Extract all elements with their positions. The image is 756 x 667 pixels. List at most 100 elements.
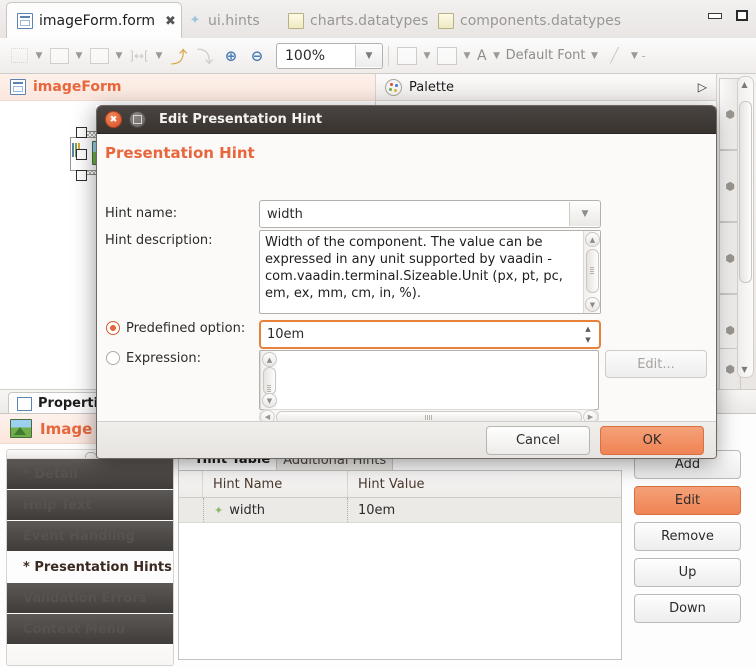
table-row[interactable]: ✦ width 10em	[179, 498, 621, 523]
distribute-icon[interactable]	[46, 43, 72, 69]
dialog-title-bar[interactable]: ✖ Edit Presentation Hint	[97, 106, 716, 134]
sidebar-item-label: Help Text	[23, 497, 92, 513]
column-header-hint-name: Hint Name	[203, 471, 348, 497]
sidebar-item-detail[interactable]: * Detail	[7, 459, 173, 490]
scroll-up-icon[interactable]: ▲	[585, 232, 600, 247]
maximize-icon[interactable]	[129, 111, 146, 128]
hint-description-value: Width of the component. The value can be…	[265, 235, 563, 301]
scroll-up-icon[interactable]: ▲	[738, 78, 751, 91]
selected-object-name: Image	[40, 419, 93, 438]
rail-scrollbar[interactable]: ▲ ▼	[737, 76, 754, 378]
chevron-down-icon[interactable]: ▼	[569, 202, 600, 226]
predefined-option-label: Predefined option:	[126, 321, 246, 336]
cancel-button[interactable]: Cancel	[486, 425, 590, 455]
tab-components-datatypes[interactable]: components.datatypes	[428, 4, 631, 38]
hint-name-combo[interactable]: width ▼	[259, 200, 601, 228]
sidebar-item-event-handling[interactable]: Event Handling	[7, 521, 173, 552]
edit-expression-button[interactable]: Edit...	[605, 350, 707, 378]
fill-color-icon[interactable]	[394, 43, 420, 69]
sidebar-filler	[7, 645, 173, 665]
maximize-icon[interactable]	[736, 10, 748, 21]
chevron-down-icon[interactable]: ▼	[112, 44, 126, 68]
zoom-in-icon[interactable]: ⊕	[218, 43, 244, 69]
close-icon[interactable]: ✖	[105, 111, 122, 128]
spinner-up-icon[interactable]: ▲	[585, 325, 590, 333]
redo-icon[interactable]: ⤵	[192, 43, 218, 69]
sidebar-item-validation-errors[interactable]: Validation Errors	[7, 583, 173, 614]
zoom-level-select[interactable]: 100% ▼	[276, 42, 383, 69]
expression-scrollbar[interactable]: ▲ ▼	[260, 351, 277, 409]
sidebar-item-help-text[interactable]: Help Text	[7, 490, 173, 521]
align-components-icon[interactable]	[6, 43, 32, 69]
line-color-icon[interactable]	[434, 43, 460, 69]
undo-icon[interactable]: ⤴	[166, 43, 192, 69]
edit-presentation-hint-dialog: ✖ Edit Presentation Hint Presentation Hi…	[96, 105, 717, 459]
hint-description-textarea[interactable]: Width of the component. The value can be…	[259, 230, 601, 314]
description-scrollbar[interactable]: ▲ ▼	[583, 231, 600, 313]
scroll-down-icon[interactable]: ▼	[738, 363, 751, 376]
remove-button[interactable]: Remove	[634, 522, 741, 551]
palette-title: Palette	[409, 79, 455, 95]
font-color-icon[interactable]: A	[474, 48, 490, 64]
predefined-option-value: 10em	[267, 327, 305, 342]
tab-ui-hints[interactable]: ✦ ui.hints	[178, 4, 270, 38]
chevron-down-icon[interactable]: ▼	[355, 44, 382, 67]
chevron-down-icon[interactable]: ▼	[420, 44, 434, 68]
zoom-out-icon[interactable]: ⊖	[244, 43, 270, 69]
line-style-icon[interactable]: ╱	[602, 43, 628, 69]
scrollbar-thumb[interactable]	[739, 101, 752, 283]
minimize-icon[interactable]	[708, 12, 722, 19]
palette-header: Palette ▷	[376, 74, 717, 101]
up-button[interactable]: Up	[634, 558, 741, 587]
tab-label: imageForm.form	[39, 13, 155, 29]
chevron-down-icon[interactable]: ▼	[32, 44, 46, 68]
font-family-value[interactable]: Default Font	[504, 48, 588, 63]
view-rail: ⬢ ⬢ ⬢ ⬢ ⬢ ▲ ▼	[716, 74, 756, 390]
hint-name-label: Hint name:	[105, 206, 178, 221]
window-controls	[708, 10, 748, 21]
hint-description-label: Hint description:	[105, 233, 213, 248]
ok-button[interactable]: OK	[600, 425, 704, 455]
hints-icon: ✦	[189, 13, 201, 28]
spinner-arrows[interactable]: ▲ ▼	[577, 325, 599, 344]
close-icon[interactable]: ✖	[165, 15, 176, 28]
sidebar-item-label: * Detail	[23, 466, 78, 482]
down-button[interactable]: Down	[634, 594, 741, 623]
chevron-down-icon[interactable]: ▼	[628, 44, 642, 68]
chevron-down-icon[interactable]: ▼	[588, 44, 602, 68]
match-size-icon[interactable]: ]↔[	[126, 43, 152, 69]
chevron-down-icon[interactable]: ▼	[460, 44, 474, 68]
chevron-down-icon[interactable]: ▼	[490, 44, 504, 68]
sidebar-item-label: Event Handling	[23, 528, 135, 544]
edit-button[interactable]: Edit	[634, 486, 741, 515]
scroll-down-icon[interactable]: ▼	[585, 297, 600, 312]
tab-imageform-form[interactable]: imageForm.form ✖	[6, 2, 182, 39]
resize-handle[interactable]	[76, 127, 87, 138]
application-window: imageForm.form ✖ ✦ ui.hints charts.datat…	[0, 0, 756, 667]
expression-radio[interactable]	[106, 351, 120, 365]
resize-handle[interactable]	[76, 149, 87, 160]
expression-textarea[interactable]: ▲ ▼	[259, 350, 599, 410]
chevron-down-icon[interactable]: ▼	[72, 44, 86, 68]
predefined-option-input[interactable]: 10em ▲ ▼	[259, 320, 601, 349]
spinner-down-icon[interactable]: ▼	[585, 336, 590, 344]
chevron-down-icon[interactable]: ▼	[152, 44, 166, 68]
resize-handle[interactable]	[76, 170, 87, 181]
scrollbar-thumb[interactable]	[263, 367, 276, 395]
line-width-label: -	[641, 48, 646, 63]
column-header-hint-value: Hint Value	[358, 476, 425, 492]
order-icon[interactable]	[86, 43, 112, 69]
hint-name-value: width	[267, 206, 303, 222]
sidebar-item-presentation-hints[interactable]: * Presentation Hints	[7, 552, 173, 583]
tab-charts-datatypes[interactable]: charts.datatypes	[278, 4, 438, 38]
predefined-option-radio[interactable]	[106, 321, 120, 335]
expand-arrow-icon[interactable]: ▷	[698, 80, 707, 94]
row-gutter	[179, 498, 203, 522]
dialog-heading: Presentation Hint	[105, 144, 255, 162]
scrollbar-thumb[interactable]	[586, 249, 599, 293]
hint-table[interactable]: Hint Name Hint Value ✦ width 10em	[178, 470, 622, 660]
scroll-down-icon[interactable]: ▼	[262, 393, 277, 408]
scroll-up-icon[interactable]: ▲	[262, 352, 277, 367]
main-toolbar: ▼ ▼ ▼ ]↔[ ▼ ⤴ ⤵ ⊕ ⊖ 100% ▼ ▼ ▼ A ▼ Defau…	[0, 38, 756, 74]
sidebar-item-context-menu[interactable]: Context Menu	[7, 614, 173, 645]
